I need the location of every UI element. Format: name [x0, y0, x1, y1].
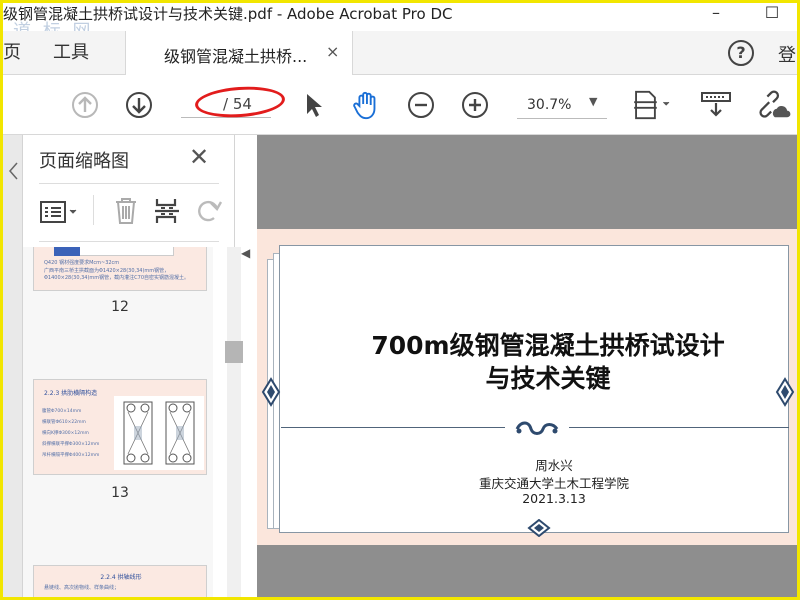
thumbnail-tools: [23, 191, 235, 231]
thumbnail-label: 13: [111, 485, 129, 501]
document-viewer[interactable]: 700m级钢管混凝土拱桥试设计 与技术关键 周水兴 重庆交通大学土木工程学院 2…: [257, 135, 797, 597]
thumbnail-text: 横联管Φ610×22mm: [42, 420, 86, 425]
red-annotation-oval: [194, 83, 286, 121]
thumbnail-text: 腹管Φ700×14mm: [42, 409, 82, 414]
scrollbar-thumb[interactable]: [225, 341, 243, 363]
thumbnail-bullets: 腹管Φ700×14mm 横联管Φ610×22mm 横向K撑Φ300×12mm 斜…: [42, 406, 112, 461]
share-link-icon[interactable]: [755, 89, 791, 121]
author-affiliation: 重庆交通大学土木工程学院: [478, 476, 629, 491]
help-icon[interactable]: ?: [728, 40, 754, 66]
divider: [39, 241, 219, 242]
previous-page-icon[interactable]: [69, 89, 101, 121]
window-titlebar: 级钢管混凝土拱桥试设计与技术关键.pdf - Adobe Acrobat Pro…: [3, 3, 797, 25]
thumbnail-heading: 2.2.3 拱肋横隔构造: [44, 390, 98, 397]
select-cursor-icon[interactable]: [299, 89, 327, 121]
navigation-rail: [3, 135, 23, 597]
author-name: 周水兴: [535, 458, 573, 473]
thumbnail-text: 吊杆横隔平撑Φ400×12mm: [42, 453, 100, 458]
thumbnail-diagram: [114, 396, 204, 470]
tab-tools[interactable]: 工具: [53, 31, 89, 75]
page-thumbnails-panel: 页面缩略图 ✕ Q420 钢材强度要求Mcm~32cm 广西平南三桥主拱截面为Φ…: [23, 135, 243, 597]
thumbnail-text: 广西平南三桥主拱截面为Φ1420×28(30,34)mm钢管，Φ1400×28(…: [44, 268, 190, 281]
rotate-page-icon[interactable]: [195, 197, 223, 225]
collapse-panel-icon[interactable]: ◀: [241, 246, 250, 260]
chevron-down-icon: ▼: [589, 95, 598, 108]
thumbnail-label: 12: [111, 299, 129, 315]
collapse-left-icon[interactable]: [7, 161, 19, 181]
zoom-value: 30.7%: [527, 97, 572, 113]
panel-title: 页面缩略图: [39, 151, 129, 172]
thumbnail-text: Q420 钢材强度要求Mcm~32cm: [44, 260, 120, 266]
title-line-1: 700m级钢管混凝土拱桥试设计: [371, 331, 725, 360]
divider: [39, 183, 219, 184]
left-divider-line: [281, 427, 505, 428]
toolbar: / 54 30.7% ▼: [3, 75, 797, 135]
insert-page-icon[interactable]: [153, 197, 181, 225]
title-line-2: 与技术关键: [485, 364, 611, 393]
tool-separator: [93, 195, 94, 225]
right-divider-line: [569, 427, 789, 428]
thumbnail-table-header: [54, 247, 80, 256]
minimize-button[interactable]: –: [703, 3, 729, 25]
delete-page-icon[interactable]: [113, 197, 139, 225]
presentation-date: 2021.3.13: [522, 491, 586, 506]
bottom-diamond-ornament: [527, 519, 551, 537]
document-title: 700m级钢管混凝土拱桥试设计 与技术关键: [293, 329, 800, 395]
left-diamond-ornament: [261, 377, 281, 407]
thumbnail-scrollbar[interactable]: [225, 247, 243, 597]
thumbnail-list: Q420 钢材强度要求Mcm~32cm 广西平南三桥主拱截面为Φ1420×28(…: [23, 247, 213, 597]
scroll-ornament: [515, 421, 559, 435]
close-tab-icon[interactable]: ×: [326, 42, 339, 61]
maximize-button[interactable]: ☐: [759, 3, 785, 25]
options-menu-icon[interactable]: [39, 199, 81, 225]
tab-home[interactable]: 页: [3, 31, 21, 75]
thumbnail-page-12[interactable]: Q420 钢材强度要求Mcm~32cm 广西平南三桥主拱截面为Φ1420×28(…: [33, 247, 207, 291]
tab-bar: 页 工具 级钢管混凝土拱桥... × ? 登: [3, 31, 797, 76]
thumbnail-text: 斜撑横联平撑Φ300×12mm: [42, 442, 100, 447]
tab-document[interactable]: 级钢管混凝土拱桥... ×: [125, 31, 353, 76]
thumbnail-text: 悬链线、高次抛物线、样条曲线；: [44, 585, 120, 591]
hand-tool-icon[interactable]: [349, 89, 383, 121]
sign-in-button[interactable]: 登: [778, 41, 796, 67]
thumbnail-page-14[interactable]: 2.2.4 拱轴线形 悬链线、高次抛物线、样条曲线；: [33, 565, 207, 597]
thumbnail-heading: 2.2.4 拱轴线形: [100, 574, 142, 581]
zoom-out-icon[interactable]: [405, 89, 437, 121]
document-tab-label: 级钢管混凝土拱桥...: [164, 47, 308, 66]
next-page-icon[interactable]: [123, 89, 155, 121]
pdf-page: 700m级钢管混凝土拱桥试设计 与技术关键 周水兴 重庆交通大学土木工程学院 2…: [257, 229, 797, 545]
zoom-dropdown[interactable]: 30.7% ▼: [517, 93, 607, 119]
thumbnail-page-13[interactable]: 2.2.3 拱肋横隔构造 腹管Φ700×14mm 横联管Φ610×22mm 横向…: [33, 379, 207, 475]
thumbnail-text: 横向K撑Φ300×12mm: [42, 431, 89, 436]
scroll-mode-icon[interactable]: [699, 89, 733, 121]
page-fit-icon[interactable]: [631, 89, 675, 121]
close-panel-icon[interactable]: ✕: [189, 143, 209, 171]
zoom-in-icon[interactable]: [459, 89, 491, 121]
